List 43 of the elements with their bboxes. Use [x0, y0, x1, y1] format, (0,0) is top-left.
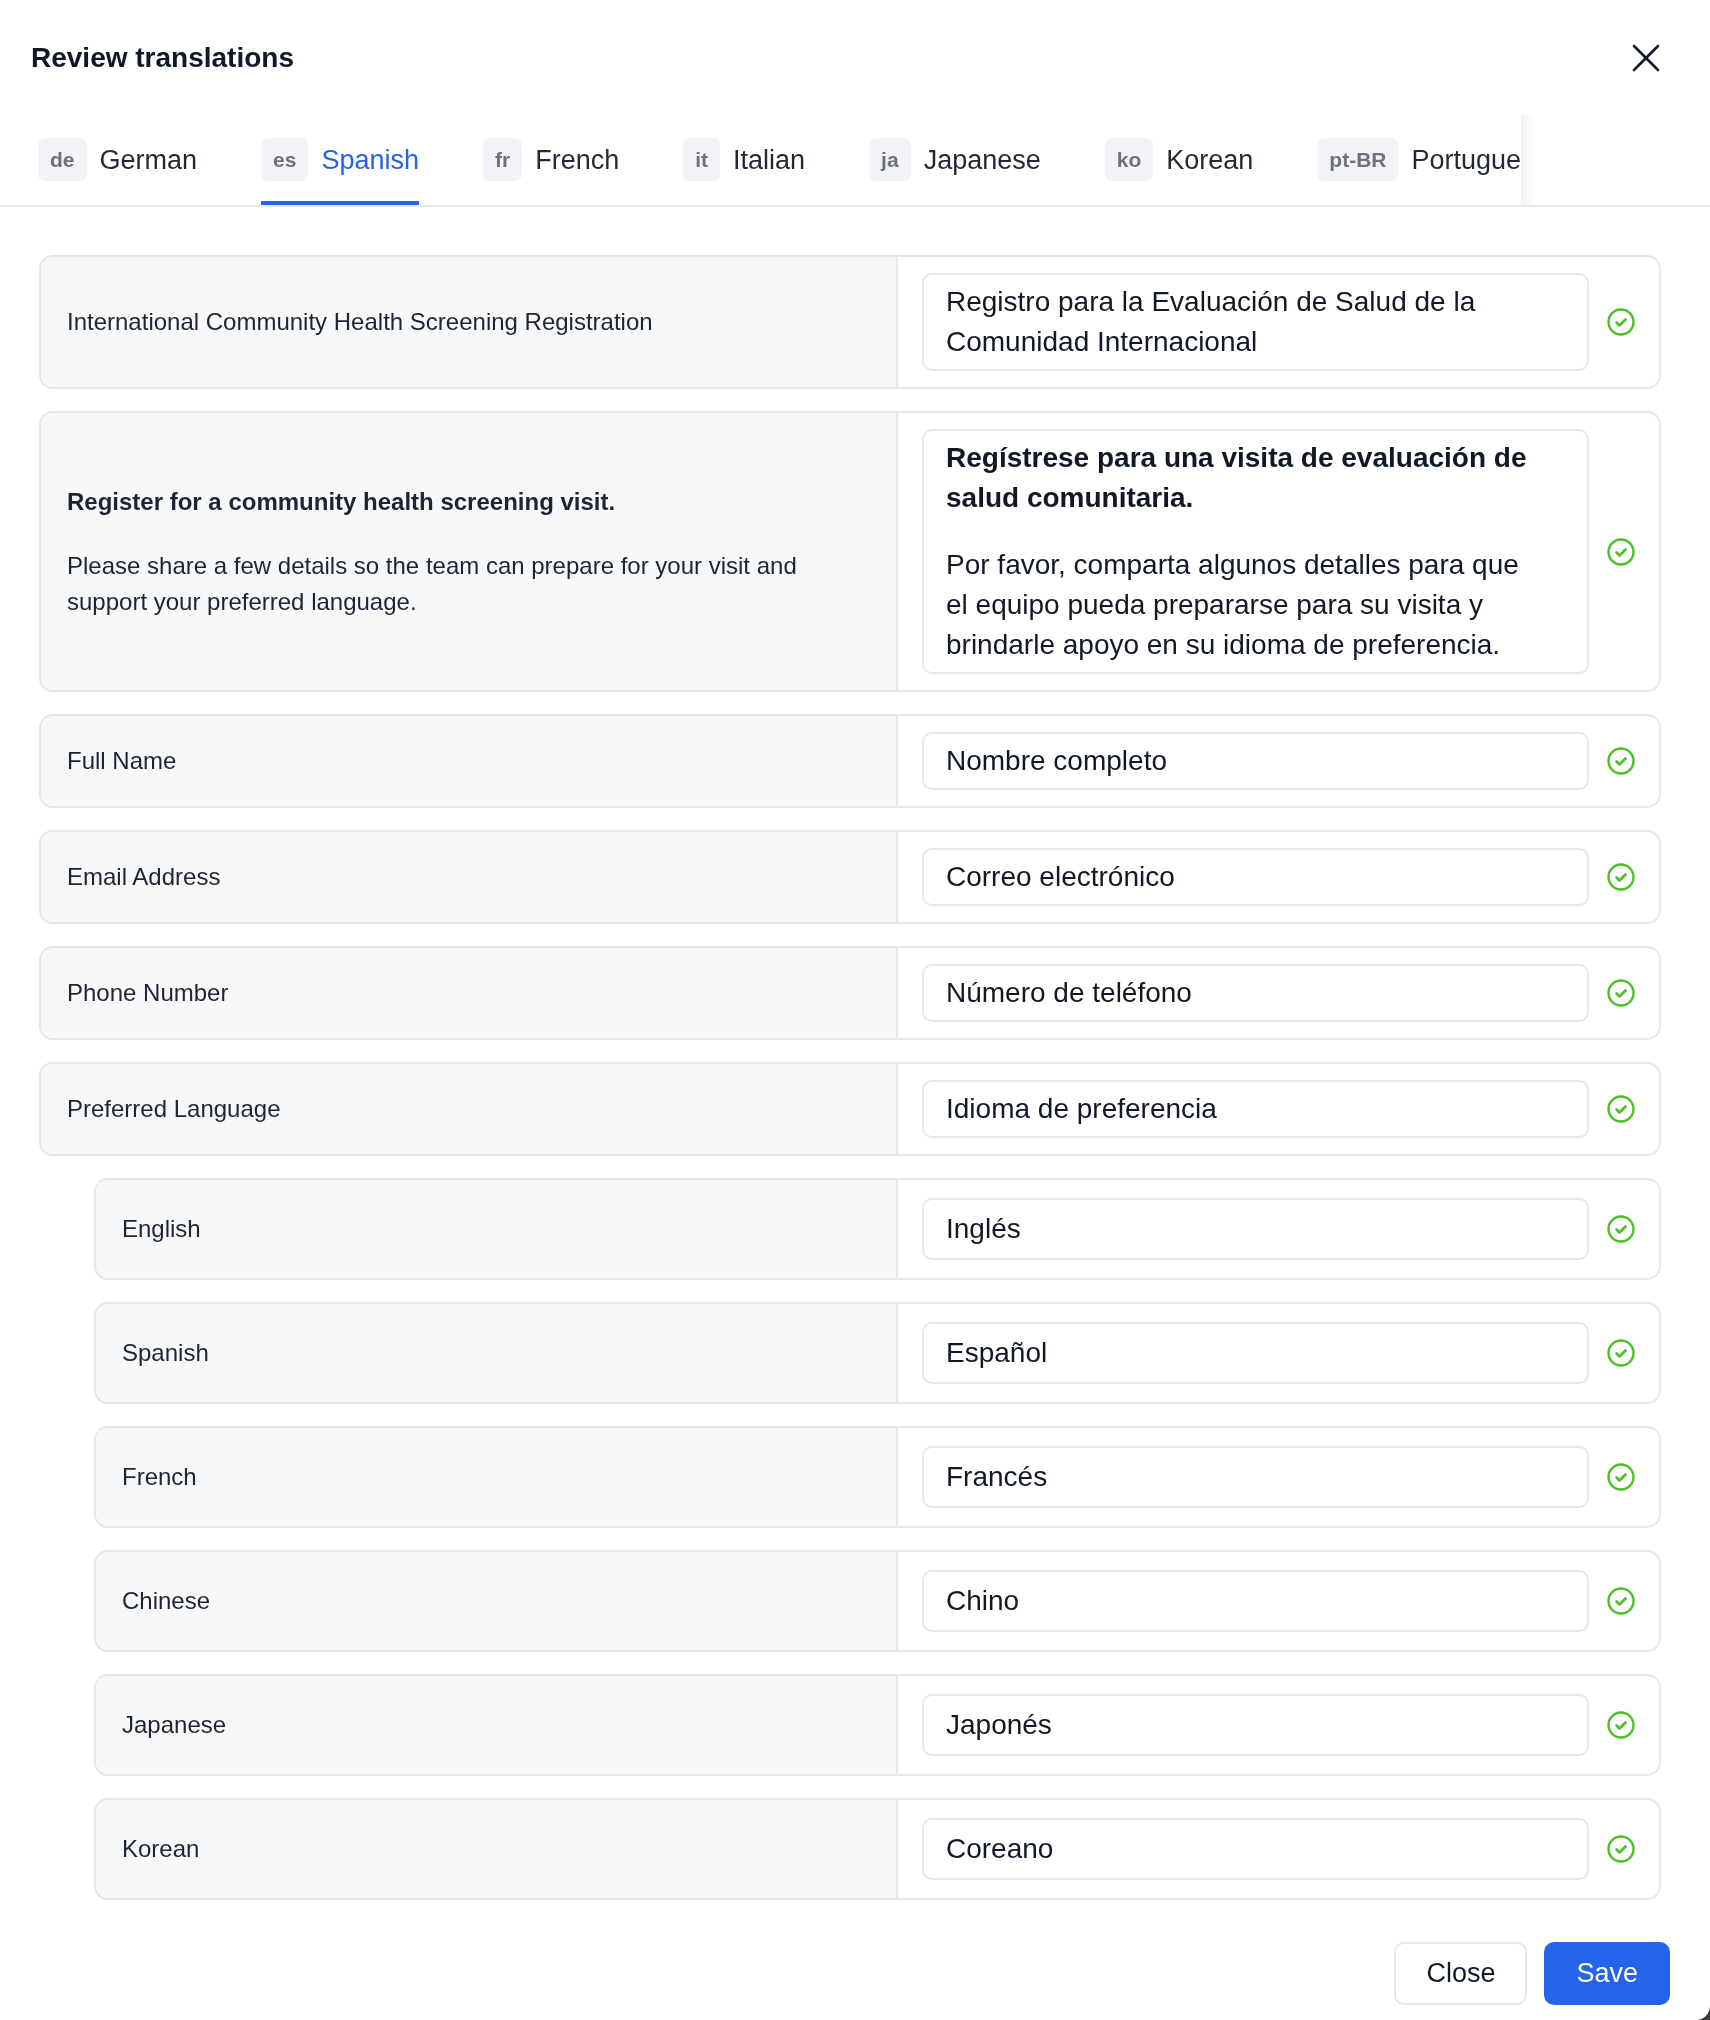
- language-tab[interactable]: ko Korean: [1104, 100, 1254, 205]
- language-tab[interactable]: es Spanish: [261, 100, 419, 205]
- source-label: Spanish: [122, 1338, 210, 1368]
- language-code: ja: [869, 138, 911, 181]
- source-label: Full Name: [67, 746, 178, 776]
- source-label: Japanese: [122, 1710, 228, 1740]
- source-label: French: [122, 1462, 198, 1492]
- source-heading: Register for a community health screening visit.: [67, 486, 617, 517]
- translation-field[interactable]: Inglés: [922, 1198, 1589, 1260]
- source-label: Preferred Language: [67, 1094, 282, 1124]
- close-icon: [1632, 44, 1660, 72]
- language-code: it: [683, 138, 721, 181]
- language-tab[interactable]: it Italian: [683, 100, 806, 205]
- translation-field[interactable]: Japonés: [922, 1694, 1589, 1756]
- source-label: International Community Health Screening Registration: [67, 307, 654, 337]
- source-label: English: [122, 1214, 202, 1244]
- language-code: ko: [1104, 138, 1154, 181]
- translation-field[interactable]: Coreano: [922, 1818, 1589, 1880]
- language-code: fr: [483, 138, 523, 181]
- source-label: Email Address: [67, 862, 222, 892]
- translation-field[interactable]: Regístrese para una visita de evaluación de salud comunitaria. Por favor, comparta algunos detalles para que el equipo pueda prepararse para su visita y brindarle apoyo en su idioma de preferencia.: [922, 429, 1589, 674]
- source-label: Chinese: [122, 1586, 212, 1616]
- translation-field[interactable]: Correo electrónico: [922, 848, 1589, 906]
- translation-field[interactable]: Idioma de preferencia: [922, 1080, 1589, 1138]
- language-tab[interactable]: pt-BR Portugue: [1317, 100, 1522, 205]
- translation-field[interactable]: Nombre completo: [922, 732, 1589, 790]
- translation-field[interactable]: Registro para la Evaluación de Salud de la Comunidad Internacional: [922, 273, 1589, 371]
- source-text: Please share a few details so the team can prepare for your visit and support your preferred language.: [67, 550, 798, 617]
- source-label: Korean: [122, 1834, 201, 1864]
- translation-field[interactable]: Francés: [922, 1446, 1589, 1508]
- language-tab[interactable]: de German: [38, 100, 198, 205]
- language-code: de: [38, 138, 87, 181]
- language-code: pt-BR: [1317, 138, 1399, 181]
- dialog-title: Review translations: [31, 41, 294, 75]
- close-dialog-button[interactable]: Close: [1394, 1942, 1528, 2005]
- language-tab[interactable]: ja Japanese: [869, 100, 1041, 205]
- source-label: Phone Number: [67, 978, 230, 1008]
- language-tab[interactable]: fr French: [483, 100, 620, 205]
- save-button[interactable]: Save: [1544, 1942, 1670, 2005]
- translation-field[interactable]: Español: [922, 1322, 1589, 1384]
- translation-field[interactable]: Número de teléfono: [922, 964, 1589, 1022]
- translation-field[interactable]: Chino: [922, 1570, 1589, 1632]
- language-code: es: [261, 138, 309, 181]
